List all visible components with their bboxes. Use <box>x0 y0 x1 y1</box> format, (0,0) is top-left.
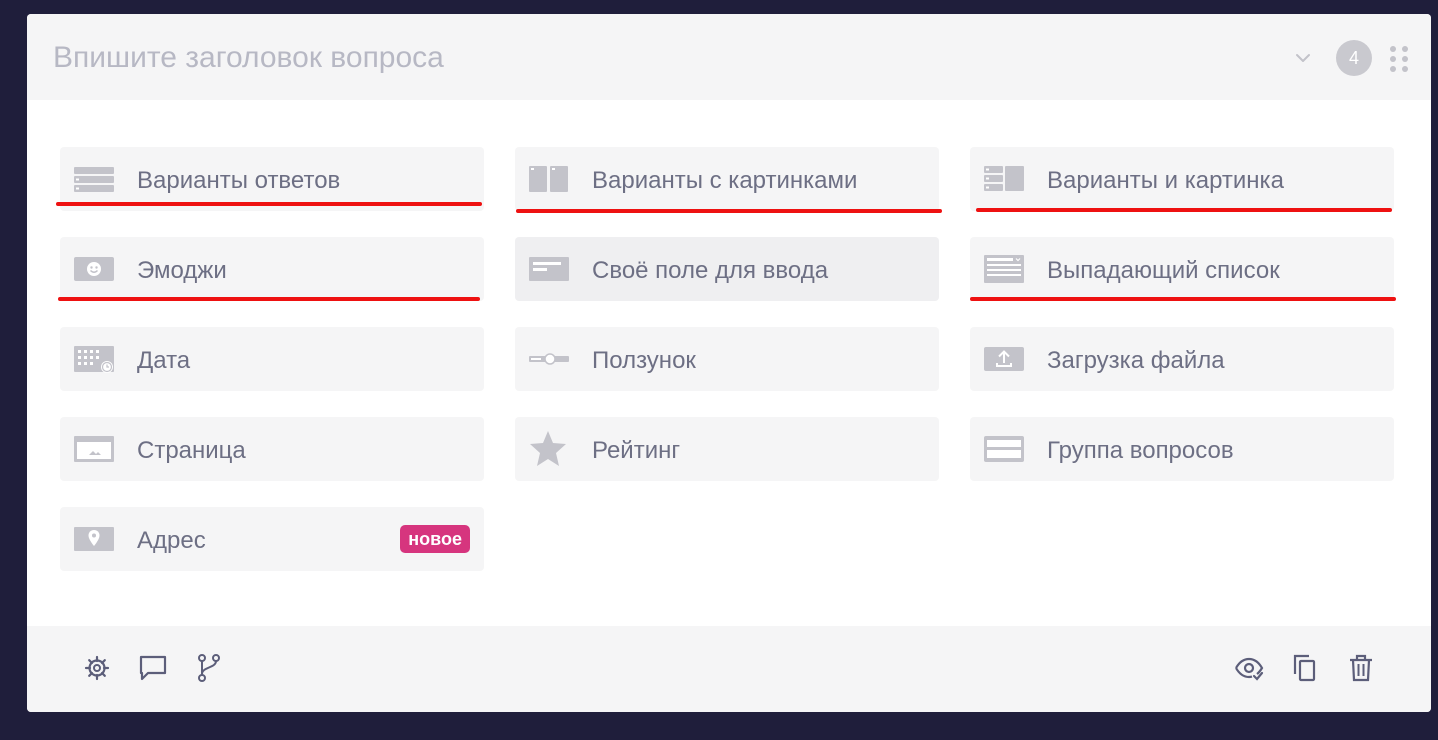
type-label: Выпадающий список <box>1047 257 1280 284</box>
map-pin-icon <box>74 527 114 551</box>
image-cards-icon <box>529 166 568 192</box>
question-card: 4 Варианты ответов В <box>27 14 1431 712</box>
type-label: Ползунок <box>592 347 696 374</box>
preview-eye-icon[interactable] <box>1233 652 1265 684</box>
type-label: Своё поле для ввода <box>592 257 829 284</box>
comment-icon[interactable] <box>137 652 169 684</box>
branch-logic-icon[interactable] <box>193 652 225 684</box>
question-footer <box>27 626 1431 712</box>
highlight-underline <box>976 208 1392 212</box>
type-label: Адрес <box>137 527 206 554</box>
list-icon <box>74 167 114 192</box>
drag-handle-icon[interactable] <box>1388 44 1410 74</box>
trash-icon[interactable] <box>1345 652 1377 684</box>
type-label: Варианты ответов <box>137 167 341 194</box>
highlight-underline <box>58 297 480 301</box>
type-label: Варианты и картинка <box>1047 167 1284 194</box>
emoji-icon <box>74 257 114 281</box>
type-label: Дата <box>137 347 191 374</box>
copy-icon[interactable] <box>1289 652 1321 684</box>
page-icon <box>74 436 114 462</box>
type-slider[interactable]: Ползунок <box>515 327 939 391</box>
type-label: Рейтинг <box>592 437 681 464</box>
type-page[interactable]: Страница <box>60 417 484 481</box>
settings-icon[interactable] <box>81 652 113 684</box>
type-file-upload[interactable]: Загрузка файла <box>970 327 1394 391</box>
question-title-input[interactable] <box>53 38 1153 78</box>
text-field-icon <box>529 257 569 281</box>
question-header: 4 <box>27 14 1431 100</box>
highlight-underline <box>970 297 1396 301</box>
highlight-underline <box>516 209 942 213</box>
new-badge: новое <box>400 525 470 553</box>
calendar-icon <box>74 346 114 373</box>
type-question-group[interactable]: Группа вопросов <box>970 417 1394 481</box>
type-label: Варианты с картинками <box>592 167 858 194</box>
chevron-down-icon[interactable] <box>1291 46 1315 70</box>
question-number-badge: 4 <box>1336 40 1372 76</box>
question-group-icon <box>984 436 1024 462</box>
type-options-and-image[interactable]: Варианты и картинка <box>970 147 1394 211</box>
slider-icon <box>529 353 569 365</box>
type-dropdown[interactable]: Выпадающий список <box>970 237 1394 301</box>
type-label: Загрузка файла <box>1047 347 1225 374</box>
type-label: Страница <box>137 437 246 464</box>
star-icon <box>530 431 566 466</box>
dropdown-list-icon <box>984 255 1024 283</box>
type-address[interactable]: Адрес новое <box>60 507 484 571</box>
type-image-options[interactable]: Варианты с картинками <box>515 147 939 211</box>
type-custom-input[interactable]: Своё поле для ввода <box>515 237 939 301</box>
highlight-underline <box>56 202 482 206</box>
type-emoji[interactable]: Эмоджи <box>60 237 484 301</box>
type-rating[interactable]: Рейтинг <box>515 417 939 481</box>
upload-icon <box>984 347 1024 371</box>
type-label: Группа вопросов <box>1047 437 1234 464</box>
type-label: Эмоджи <box>137 257 227 284</box>
type-date[interactable]: Дата <box>60 327 484 391</box>
list-with-image-icon <box>984 166 1024 191</box>
